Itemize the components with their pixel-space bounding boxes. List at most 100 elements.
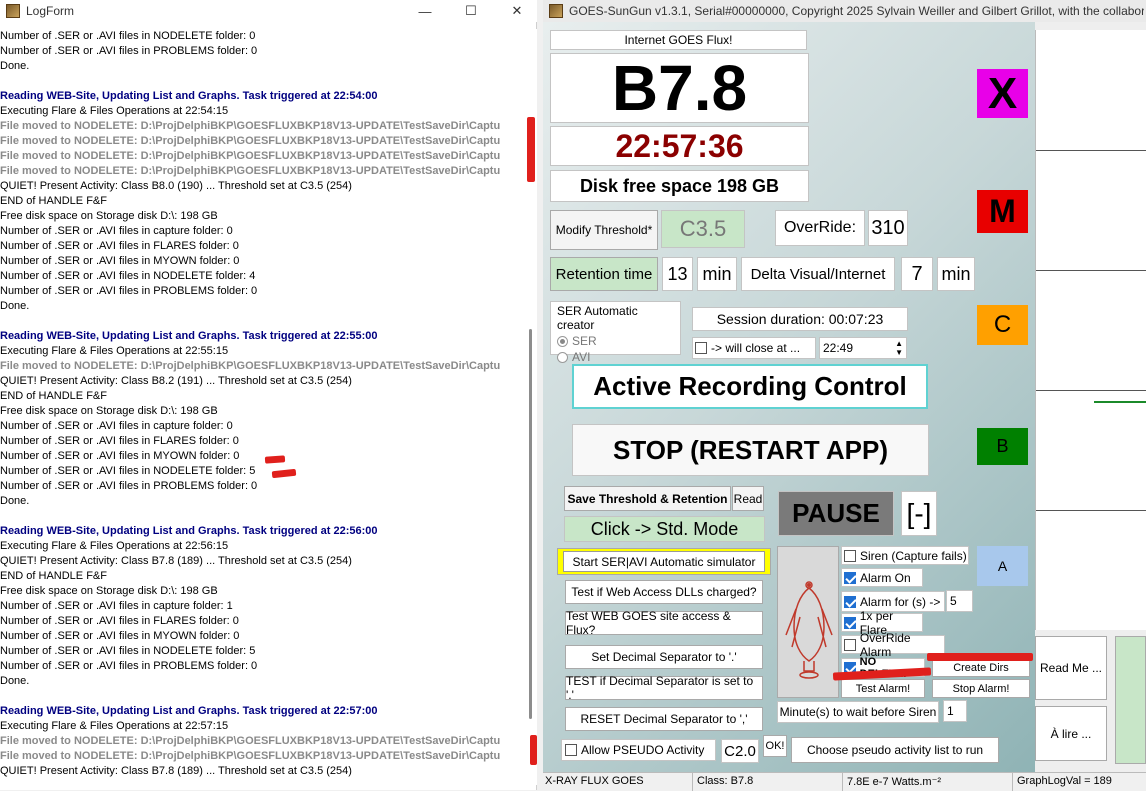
siren-capture-checkbox[interactable]: Siren (Capture fails): [841, 546, 969, 565]
log-line: Free disk space on Storage disk D:\: 198…: [0, 405, 218, 417]
status-graphlog: GraphLogVal = 189: [1017, 775, 1112, 787]
retention-value-input[interactable]: 13: [662, 257, 693, 291]
alarm-for-input[interactable]: 5: [946, 590, 973, 612]
delta-value-input[interactable]: 7: [901, 257, 933, 291]
std-mode-button[interactable]: Click -> Std. Mode: [564, 516, 765, 542]
alarm-on-checkbox[interactable]: Alarm On: [841, 568, 923, 587]
log-line: Reading WEB-Site, Updating List and Grap…: [0, 330, 378, 342]
minutes-wait-input[interactable]: 1: [943, 700, 967, 722]
allow-pseudo-check-icon: [565, 744, 577, 756]
log-line: Number of .SER or .AVI files in MYOWN fo…: [0, 450, 240, 462]
log-text-area[interactable]: Number of .SER or .AVI files in NODELETE…: [0, 29, 522, 785]
set-decimal-button[interactable]: Set Decimal Separator to '.': [565, 645, 763, 669]
stop-alarm-button[interactable]: Stop Alarm!: [932, 679, 1030, 698]
close-time-value: 22:49: [823, 341, 854, 355]
close-time-spinner[interactable]: 22:49 ▲ ▼: [819, 337, 907, 359]
siren-capture-label: Siren (Capture fails): [860, 548, 967, 563]
alarm-for-label: Alarm for (s) ->: [860, 594, 941, 609]
read-me-button[interactable]: Read Me ...: [1035, 636, 1107, 700]
graph-gridline: [1036, 270, 1146, 271]
alarm-on-check-icon: [844, 571, 856, 584]
log-line: File moved to NODELETE: D:\ProjDelphiBKP…: [0, 150, 501, 162]
app-icon: [6, 4, 20, 18]
graph-gridline: [1036, 510, 1146, 511]
radio-ser[interactable]: SER: [557, 334, 597, 348]
log-line: Number of .SER or .AVI files in capture …: [0, 225, 233, 237]
log-line: Number of .SER or .AVI files in NODELETE…: [0, 645, 256, 657]
siren-capture-check-icon: [844, 549, 856, 562]
pause-button[interactable]: PAUSE: [778, 491, 894, 536]
ok-button[interactable]: OK!: [763, 735, 787, 757]
log-line: Done.: [0, 495, 30, 507]
override-value-input[interactable]: 310: [868, 210, 908, 246]
log-scroll-thumb[interactable]: [529, 329, 532, 719]
retention-unit: min: [697, 257, 737, 291]
log-line: Reading WEB-Site, Updating List and Grap…: [0, 705, 378, 717]
allow-pseudo-label: Allow PSEUDO Activity: [581, 743, 705, 757]
radio-ser-label: SER: [572, 334, 597, 348]
log-line: File moved to NODELETE: D:\ProjDelphiBKP…: [0, 750, 501, 762]
ser-creator-group: SER Automatic creator SER AVI: [550, 301, 681, 364]
collapse-button[interactable]: [-]: [901, 491, 937, 536]
reset-decimal-button[interactable]: RESET Decimal Separator to ',': [565, 707, 763, 731]
modify-threshold-button[interactable]: Modify Threshold*: [550, 210, 658, 250]
radio-ser-icon: [557, 336, 568, 348]
save-threshold-button[interactable]: Save Threshold & Retention: [564, 486, 731, 511]
status-class: Class: B7.8: [693, 773, 843, 791]
log-line: Number of .SER or .AVI files in MYOWN fo…: [0, 630, 240, 642]
flare-a-indicator: A: [977, 546, 1028, 586]
log-line: Number of .SER or .AVI files in NODELETE…: [0, 30, 256, 42]
active-recording-button[interactable]: Active Recording Control: [572, 364, 928, 409]
main-window: GOES-SunGun v1.3.1, Serial#00000000, Cop…: [543, 0, 1146, 791]
override-label: OverRide:: [775, 210, 865, 246]
main-titlebar: GOES-SunGun v1.3.1, Serial#00000000, Cop…: [543, 0, 1146, 22]
log-line: File moved to NODELETE: D:\ProjDelphiBKP…: [0, 360, 501, 372]
will-close-checkbox[interactable]: -> will close at ...: [692, 337, 816, 359]
log-line: Free disk space on Storage disk D:\: 198…: [0, 210, 218, 222]
retention-time-button[interactable]: Retention time: [550, 257, 658, 291]
log-line: File moved to NODELETE: D:\ProjDelphiBKP…: [0, 735, 501, 747]
stop-restart-button[interactable]: STOP (RESTART APP): [572, 424, 929, 476]
session-duration: Session duration: 00:07:23: [692, 307, 908, 331]
radio-avi[interactable]: AVI: [557, 350, 590, 364]
test-dlls-button[interactable]: Test if Web Access DLLs charged?: [565, 580, 763, 604]
side-panel-button[interactable]: [1115, 636, 1146, 764]
main-window-title: GOES-SunGun v1.3.1, Serial#00000000, Cop…: [569, 4, 1144, 18]
pseudo-class-input[interactable]: C2.0: [721, 739, 759, 763]
test-web-button[interactable]: Test WEB GOES site access & Flux?: [565, 609, 763, 637]
allow-pseudo-checkbox[interactable]: Allow PSEUDO Activity: [561, 739, 716, 761]
log-line: Number of .SER or .AVI files in capture …: [0, 600, 233, 612]
log-line: Number of .SER or .AVI files in FLARES f…: [0, 615, 239, 627]
minutes-wait-label: Minute(s) to wait before Siren: [777, 701, 939, 723]
close-icon[interactable]: ✕: [494, 0, 540, 22]
log-line: QUIET! Present Activity: Class B7.8 (189…: [0, 765, 352, 777]
maximize-icon[interactable]: ☐: [448, 0, 494, 22]
read-button[interactable]: Read: [732, 486, 764, 511]
spinner-arrows-icon[interactable]: ▲ ▼: [895, 339, 903, 357]
flux-trace-line: [1094, 401, 1146, 403]
alarm-bell-image: [777, 546, 839, 698]
log-line: Number of .SER or .AVI files in FLARES f…: [0, 240, 239, 252]
status-source: X-RAY FLUX GOES: [543, 773, 693, 791]
test-decimal-button[interactable]: TEST if Decimal Separator is set to '.': [565, 674, 763, 702]
override-alarm-checkbox[interactable]: OverRide Alarm: [841, 631, 945, 659]
minimize-icon[interactable]: —: [402, 0, 448, 22]
a-lire-button[interactable]: À lire ...: [1035, 706, 1107, 761]
start-simulator-button[interactable]: Start SER|AVI Automatic simulator: [563, 551, 765, 572]
log-line: File moved to NODELETE: D:\ProjDelphiBKP…: [0, 120, 501, 132]
disk-free-display: Disk free space 198 GB: [550, 170, 809, 202]
choose-pseudo-button[interactable]: Choose pseudo activity list to run: [791, 737, 999, 763]
test-alarm-button[interactable]: Test Alarm!: [841, 679, 925, 698]
radio-avi-icon: [557, 352, 568, 364]
log-line: END of HANDLE F&F: [0, 570, 107, 582]
per-flare-checkbox[interactable]: 1x per Flare: [841, 609, 923, 637]
alarm-for-check-icon: [844, 595, 856, 608]
flux-class-display: B7.8: [550, 52, 809, 124]
log-line: Number of .SER or .AVI files in NODELETE…: [0, 270, 256, 282]
log-line: Done.: [0, 60, 30, 72]
annotation-mark: [927, 653, 1033, 661]
